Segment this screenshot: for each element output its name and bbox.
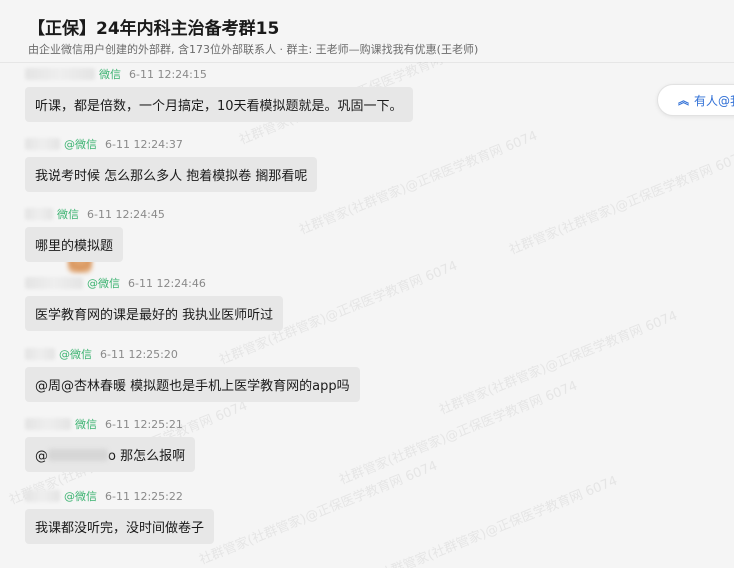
sender-name-redacted bbox=[25, 68, 95, 80]
message-bubble[interactable]: 哪里的模拟题 bbox=[25, 227, 124, 262]
double-chevron-up-icon: ︽ bbox=[678, 94, 689, 107]
message-meta: @微信 6-11 12:24:46 bbox=[25, 275, 283, 291]
message-meta: @微信 6-11 12:25:20 bbox=[25, 346, 360, 362]
message-time: 6-11 12:24:15 bbox=[129, 68, 207, 81]
sender-source: @微信 bbox=[64, 138, 97, 151]
mention-me-label: 有人@我 bbox=[694, 93, 734, 108]
sender-source: @微信 bbox=[64, 490, 97, 503]
watermark: 社群管家(社群管家)@正保医学教育网 6074 bbox=[437, 308, 680, 419]
message-bubble[interactable]: 我说考时候 怎么那么多人 抱着模拟卷 搁那看呢 bbox=[25, 157, 318, 192]
sender-name-redacted bbox=[25, 277, 83, 289]
message-meta: 微信 6-11 12:25:21 bbox=[25, 416, 195, 432]
watermark: 社群管家(社群管家)@正保医学教育网 6074 bbox=[297, 128, 540, 239]
message-item: @微信 6-11 12:24:46 医学教育网的课是最好的 我执业医师听过 bbox=[25, 275, 284, 331]
watermark: 社群管家(社群管家)@正保医学教育网 6074 bbox=[197, 458, 440, 568]
message-list[interactable]: 社群管家(社群管家)@正保医学教育网 6074 社群管家(社群管家)@正保医学教… bbox=[0, 62, 734, 568]
message-item: 微信 6-11 12:25:21 @ o 那怎么报啊 bbox=[25, 416, 196, 472]
watermark: 社群管家(社群管家)@正保医学教育网 6074 bbox=[337, 378, 580, 489]
message-text: o 那怎么报啊 bbox=[108, 449, 186, 464]
message-time: 6-11 12:24:45 bbox=[87, 208, 165, 221]
message-time: 6-11 12:25:22 bbox=[105, 490, 183, 503]
sender-source: 微信 bbox=[75, 418, 97, 431]
message-item: 微信 6-11 12:24:15 听课，都是倍数，一个月搞定，10天看模拟题就是。… bbox=[25, 66, 413, 122]
sender-name-redacted bbox=[25, 208, 53, 220]
sender-name-redacted bbox=[25, 490, 60, 502]
sender-source: 微信 bbox=[99, 68, 121, 81]
sender-source: @微信 bbox=[87, 277, 120, 290]
message-item: @微信 6-11 12:25:20 @周@杏林春暖 模拟题也是手机上医学教育网的a… bbox=[25, 346, 360, 402]
sender-name-redacted bbox=[25, 348, 55, 360]
sender-name-redacted bbox=[25, 418, 71, 430]
mention-me-button[interactable]: ︽ 有人@我 bbox=[657, 84, 734, 116]
message-bubble[interactable]: @ o 那怎么报啊 bbox=[25, 437, 196, 472]
message-meta: @微信 6-11 12:25:22 bbox=[25, 488, 214, 504]
message-bubble[interactable]: 我课都没听完，没时间做卷子 bbox=[25, 509, 215, 544]
message-item: @微信 6-11 12:24:37 我说考时候 怎么那么多人 抱着模拟卷 搁那看呢 bbox=[25, 136, 318, 192]
message-time: 6-11 12:24:37 bbox=[105, 138, 183, 151]
sender-source: @微信 bbox=[59, 348, 92, 361]
message-time: 6-11 12:25:21 bbox=[105, 418, 183, 431]
sender-name-redacted bbox=[25, 138, 60, 150]
group-title: 【正保】24年内科主治备考群15 bbox=[28, 19, 280, 39]
message-time: 6-11 12:25:20 bbox=[100, 348, 178, 361]
message-meta: 微信 6-11 12:24:15 bbox=[25, 66, 413, 82]
message-time: 6-11 12:24:46 bbox=[128, 277, 206, 290]
message-meta: 微信 6-11 12:24:45 bbox=[25, 206, 165, 222]
message-item: 微信 6-11 12:24:45 哪里的模拟题 bbox=[25, 206, 165, 262]
message-bubble[interactable]: @周@杏林春暖 模拟题也是手机上医学教育网的app吗 bbox=[25, 367, 360, 402]
watermark: 社群管家(社群管家)@正保医学教育网 6074 bbox=[507, 148, 734, 259]
message-item: @微信 6-11 12:25:22 我课都没听完，没时间做卷子 bbox=[25, 488, 215, 544]
message-meta: @微信 6-11 12:24:37 bbox=[25, 136, 317, 152]
chat-header: 【正保】24年内科主治备考群15 由企业微信用户创建的外部群, 含173位外部联… bbox=[0, 0, 734, 63]
redacted-mention bbox=[48, 449, 108, 461]
watermark: 社群管家(社群管家)@正保医学教育网 6074 bbox=[377, 473, 620, 568]
mention-prefix: @ bbox=[35, 449, 48, 464]
group-subtitle: 由企业微信用户创建的外部群, 含173位外部联系人 · 群主: 王老师—购课找我… bbox=[28, 43, 479, 56]
message-bubble[interactable]: 医学教育网的课是最好的 我执业医师听过 bbox=[25, 296, 284, 331]
message-bubble[interactable]: 听课，都是倍数，一个月搞定，10天看模拟题就是。巩固一下。 bbox=[25, 87, 413, 122]
sender-source: 微信 bbox=[57, 208, 79, 221]
